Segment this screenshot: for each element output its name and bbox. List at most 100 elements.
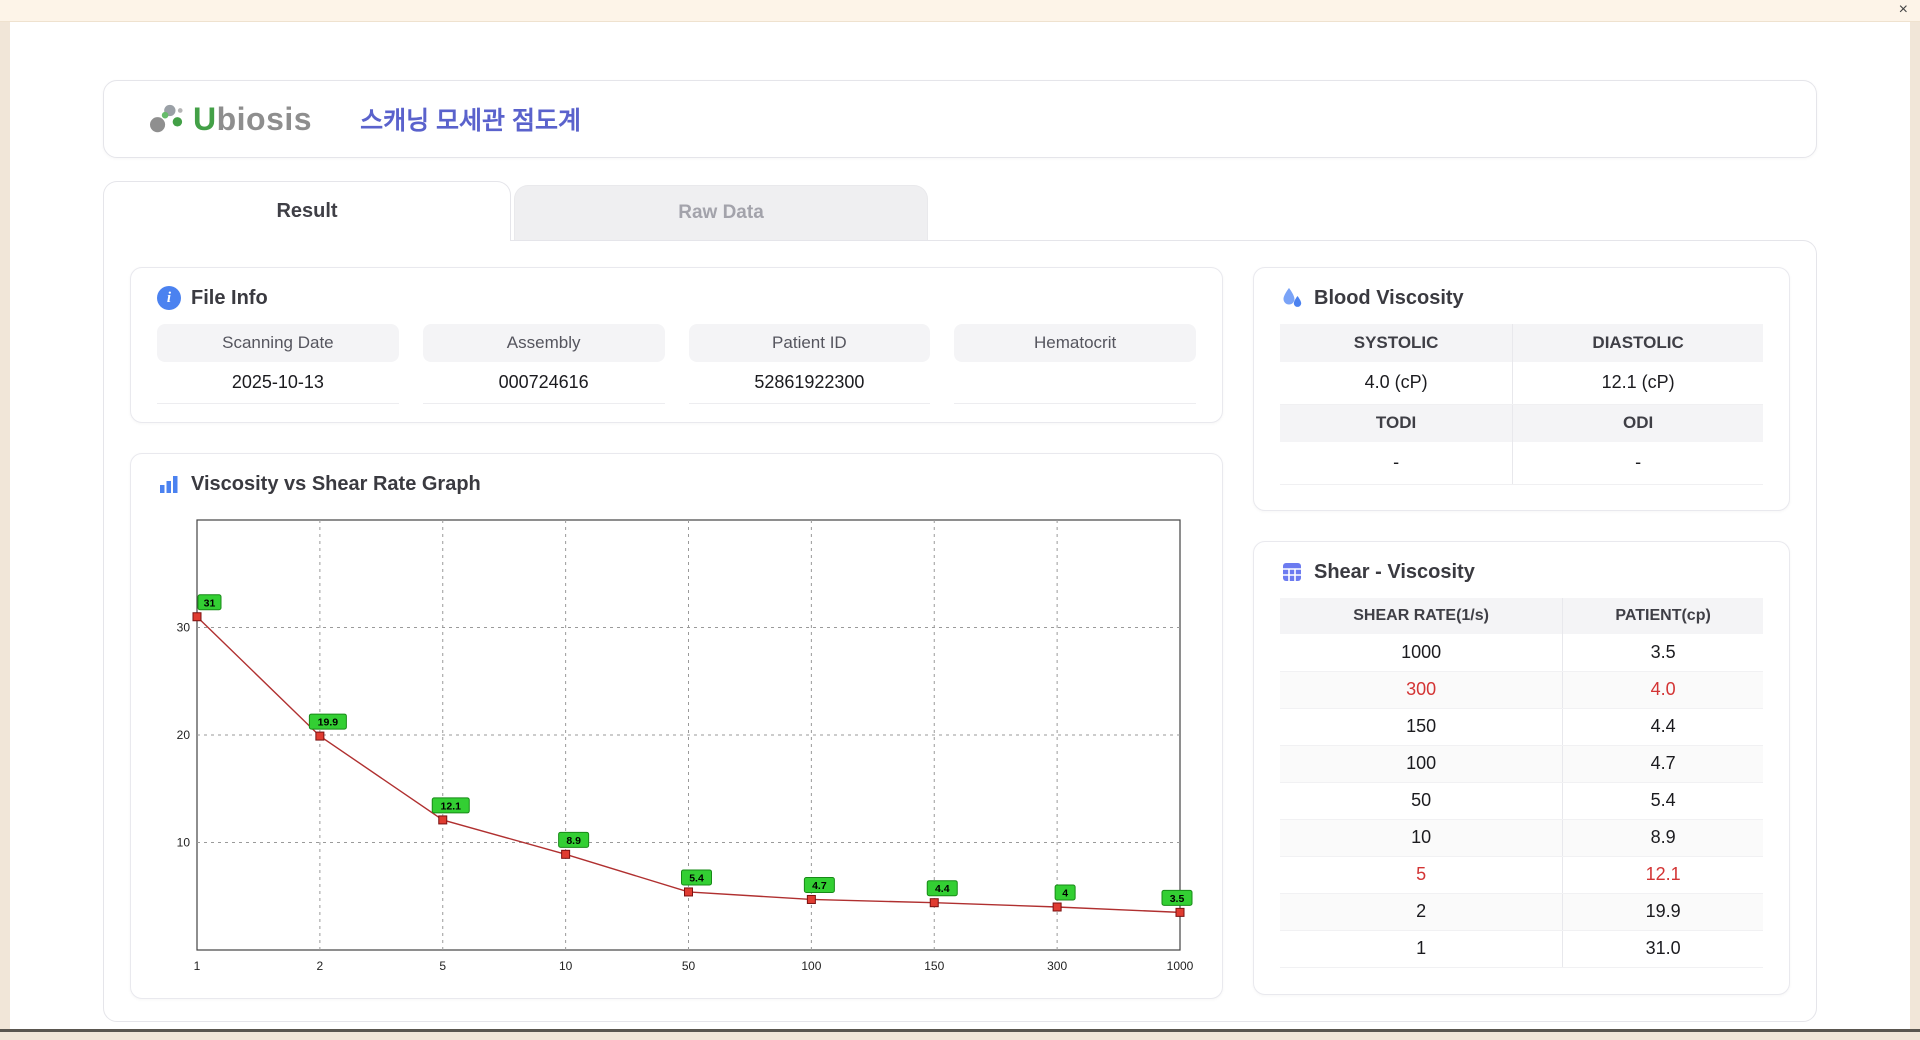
svg-text:4: 4 [1062,888,1068,900]
tab-bar: Result Raw Data [103,180,1817,241]
bv-diastolic-value: 12.1 (cP) [1512,362,1763,405]
svg-text:300: 300 [1047,959,1067,973]
right-column: Blood Viscosity SYSTOLIC DIASTOLIC 4.0 (… [1253,267,1790,995]
ubiosis-leaf-icon [150,104,183,133]
bv-value-row-1: 4.0 (cP) 12.1 (cP) [1280,362,1763,405]
field-label-assembly: Assembly [422,324,665,362]
graph-header: Viscosity vs Shear Rate Graph [157,472,1196,496]
field-assembly: Assembly 000724616 [422,324,665,404]
svg-text:5: 5 [439,959,446,973]
shear-rate-cell: 5 [1280,856,1564,894]
field-value-assembly: 000724616 [422,362,665,404]
bv-odi-value: - [1512,442,1763,485]
shear-table-header-row: SHEAR RATE(1/s) PATIENT(cp) [1280,598,1763,634]
blood-viscosity-table: SYSTOLIC DIASTOLIC 4.0 (cP) 12.1 (cP) TO… [1280,324,1763,485]
patient-viscosity-cell: 19.9 [1562,893,1763,931]
svg-text:4.4: 4.4 [935,883,950,895]
graph-title: Viscosity vs Shear Rate Graph [191,472,481,495]
shear-table-row: 5 12.1 [1280,856,1763,894]
logo-text-rest: biosis [216,100,313,137]
file-info-header: i File Info [157,286,1196,310]
field-value-scanning-date: 2025-10-13 [157,362,399,404]
patient-viscosity-cell: 4.4 [1562,708,1763,746]
shear-rate-cell: 150 [1280,708,1564,746]
ubiosis-logo: Ubiosis [148,101,312,138]
shear-table-row: 300 4.0 [1280,671,1763,709]
svg-text:1: 1 [194,959,201,973]
svg-text:150: 150 [924,959,944,973]
shear-rate-column-header: SHEAR RATE(1/s) [1280,598,1564,634]
field-label-hematocrit: Hematocrit [954,324,1196,362]
field-value-patient-id: 52861922300 [688,362,931,404]
svg-text:30: 30 [177,621,191,635]
bv-todi-header: TODI [1280,404,1514,442]
svg-text:20: 20 [177,728,191,742]
window-close-icon[interactable]: × [1899,2,1908,18]
shear-rate-cell: 10 [1280,819,1564,857]
svg-text:4.7: 4.7 [812,880,827,892]
field-scanning-date: Scanning Date 2025-10-13 [157,324,399,404]
patient-viscosity-cell: 8.9 [1562,819,1763,857]
svg-text:100: 100 [801,959,821,973]
svg-text:8.9: 8.9 [566,835,581,847]
window-titlebar: × [0,0,1920,22]
field-label-scanning-date: Scanning Date [157,324,399,362]
result-panel: i File Info Scanning Date 2025-10-13 Ass… [103,240,1817,1022]
shear-viscosity-title: Shear - Viscosity [1314,560,1475,583]
bv-header-row-1: SYSTOLIC DIASTOLIC [1280,324,1763,362]
app-header: Ubiosis 스캐닝 모세관 점도계 [103,80,1817,158]
svg-text:1000: 1000 [1167,959,1194,973]
svg-text:50: 50 [682,959,696,973]
tab-result[interactable]: Result [103,181,511,241]
shear-viscosity-card: Shear - Viscosity SHEAR RATE(1/s) PATIEN… [1253,541,1790,995]
bv-todi-value: - [1280,442,1514,485]
left-column: i File Info Scanning Date 2025-10-13 Ass… [130,267,1223,999]
shear-viscosity-header: Shear - Viscosity [1280,560,1763,584]
patient-viscosity-cell: 4.7 [1562,745,1763,783]
info-icon: i [157,286,181,310]
svg-text:31: 31 [204,597,216,609]
blood-viscosity-card: Blood Viscosity SYSTOLIC DIASTOLIC 4.0 (… [1253,267,1790,511]
shear-table-row: 10 8.9 [1280,819,1763,857]
svg-text:5.4: 5.4 [689,872,704,884]
bv-systolic-value: 4.0 (cP) [1280,362,1514,405]
bv-diastolic-header: DIASTOLIC [1512,324,1763,362]
droplet-icon [1283,288,1302,307]
app-canvas: Ubiosis 스캐닝 모세관 점도계 Result Raw Data i Fi… [10,22,1910,1029]
svg-text:19.9: 19.9 [318,717,339,729]
shear-table-row: 1000 3.5 [1280,634,1763,672]
field-patient-id: Patient ID 52861922300 [688,324,931,404]
app-title-korean: 스캐닝 모세관 점도계 [360,107,581,135]
table-grid-icon [1283,563,1301,581]
file-info-card: i File Info Scanning Date 2025-10-13 Ass… [130,267,1223,423]
file-info-fields: Scanning Date 2025-10-13 Assembly 000724… [157,324,1196,404]
patient-viscosity-cell: 4.0 [1562,671,1763,709]
bv-systolic-header: SYSTOLIC [1280,324,1514,362]
shear-rate-cell: 300 [1280,671,1564,709]
patient-viscosity-cell: 31.0 [1562,930,1763,968]
window-bottom-edge [0,1029,1920,1032]
patient-column-header: PATIENT(cp) [1562,598,1763,634]
shear-rate-cell: 50 [1280,782,1564,820]
patient-viscosity-cell: 12.1 [1562,856,1763,894]
bv-odi-header: ODI [1512,404,1763,442]
shear-table-row: 100 4.7 [1280,745,1763,783]
viscosity-chart-svg: 10 20 30 1 2 5 10 50 100 150 300 1000 31 19.9 12.1 8.9 5… [177,519,1194,973]
patient-viscosity-cell: 3.5 [1562,634,1763,672]
patient-viscosity-cell: 5.4 [1562,782,1763,820]
tab-raw-data[interactable]: Raw Data [514,185,928,240]
field-hematocrit: Hematocrit [954,324,1196,404]
svg-text:2: 2 [317,959,324,973]
svg-text:10: 10 [177,836,191,850]
graph-card: Viscosity vs Shear Rate Graph 10 20 30 1 2 5 1… [130,453,1223,999]
shear-table-row: 2 19.9 [1280,893,1763,931]
field-value-hematocrit [954,362,1196,404]
shear-viscosity-table: SHEAR RATE(1/s) PATIENT(cp) 1000 3.5 300 4.… [1280,598,1763,968]
blood-viscosity-title: Blood Viscosity [1314,286,1464,309]
logo-text-u: U [193,100,217,137]
file-info-title: File Info [191,286,268,309]
blood-viscosity-header: Blood Viscosity [1280,286,1763,310]
svg-text:12.1: 12.1 [441,800,462,812]
shear-rate-cell: 2 [1280,893,1564,931]
bv-value-row-2: - - [1280,442,1763,485]
